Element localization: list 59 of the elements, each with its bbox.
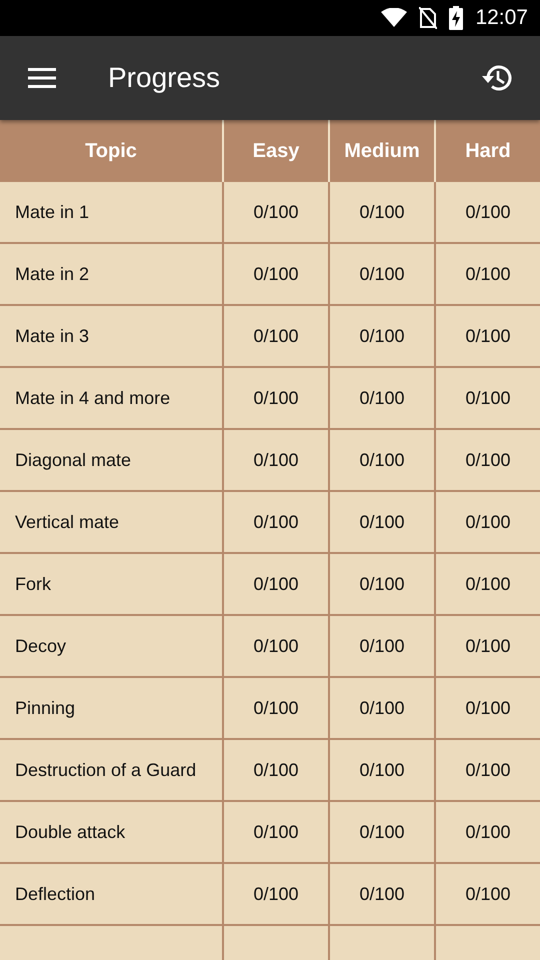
table-cell: 0/100 <box>434 430 540 490</box>
no-sim-icon <box>419 7 438 29</box>
column-header: Hard <box>434 120 540 182</box>
table-cell: 0/100 <box>328 740 434 800</box>
table-cell: 0/100 <box>222 678 328 738</box>
table-cell: 0/100 <box>328 244 434 304</box>
table-cell-text: Mate in 4 and more <box>14 386 172 410</box>
table-cell: 0/100 <box>434 244 540 304</box>
table-cell-text: Destruction of a Guard <box>14 758 198 782</box>
table-cell: 0/100 <box>434 554 540 614</box>
column-header: Medium <box>328 120 434 182</box>
table-cell: 0/100 <box>434 802 540 862</box>
table-cell: 0/100 <box>222 368 328 428</box>
table-cell: 0/100 <box>222 864 328 924</box>
menu-icon[interactable] <box>28 68 56 88</box>
table-cell-text: Mate in 2 <box>14 262 90 286</box>
table-cell: 0/100 <box>434 616 540 676</box>
table-cell: 0/100 <box>328 616 434 676</box>
table-cell: 0/100 <box>222 802 328 862</box>
table-cell-text: Pinning <box>14 696 76 720</box>
table-cell: 0/100 <box>222 554 328 614</box>
table-cell-text: Vertical mate <box>14 510 120 534</box>
table-cell: 0/100 <box>434 182 540 242</box>
table-cell: 0/100 <box>328 554 434 614</box>
table-cell: 0/100 <box>222 430 328 490</box>
column-header: Topic <box>84 138 138 164</box>
table-cell: 0/100 <box>328 368 434 428</box>
table-cell: 0/100 <box>328 430 434 490</box>
table-cell: 0/100 <box>222 616 328 676</box>
table-cell-text: Diagonal mate <box>14 448 132 472</box>
table-cell: 0/100 <box>222 740 328 800</box>
status-time: 12:07 <box>475 6 528 30</box>
table-cell: 0/100 <box>434 306 540 366</box>
table-cell: 0/100 <box>328 492 434 552</box>
column-header: Easy <box>222 120 328 182</box>
table-cell-text: Decoy <box>14 634 68 658</box>
table-cell: 0/100 <box>222 244 328 304</box>
table-cell: 0/100 <box>434 492 540 552</box>
app-title: Progress <box>108 62 222 94</box>
table-cell: 0/100 <box>434 864 540 924</box>
table-cell-text: Fork <box>14 572 52 596</box>
table-cell: 0/100 <box>328 678 434 738</box>
table-cell-text: Double attack <box>14 820 126 844</box>
table-cell: 0/100 <box>222 492 328 552</box>
table-cell-text: Mate in 1 <box>14 200 90 224</box>
table-cell-text: Deflection <box>14 882 96 906</box>
table-cell: 0/100 <box>434 740 540 800</box>
table-cell: 0/100 <box>328 306 434 366</box>
battery-charging-icon <box>449 6 464 30</box>
table-cell: 0/100 <box>434 368 540 428</box>
table-cell-text: Mate in 3 <box>14 324 90 348</box>
history-icon[interactable] <box>480 63 512 93</box>
table-cell: 0/100 <box>222 182 328 242</box>
table-cell: 0/100 <box>328 864 434 924</box>
table-cell: 0/100 <box>434 678 540 738</box>
table-cell: 0/100 <box>328 182 434 242</box>
table-cell: 0/100 <box>328 802 434 862</box>
table-cell: 0/100 <box>222 306 328 366</box>
wifi-icon <box>381 8 408 28</box>
